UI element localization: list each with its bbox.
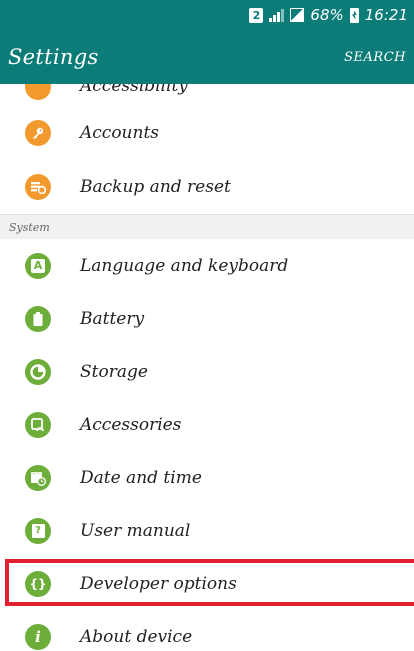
page-title: Settings bbox=[8, 45, 99, 69]
list-item-label: Language and keyboard bbox=[80, 255, 289, 276]
backup-icon bbox=[25, 174, 51, 200]
key-icon bbox=[25, 120, 51, 146]
battery-charging-icon bbox=[349, 7, 359, 23]
signal-icon bbox=[269, 8, 285, 22]
list-item-label: User manual bbox=[80, 520, 191, 541]
list-item-accessories[interactable]: Accessories bbox=[0, 398, 414, 451]
list-item-user-manual[interactable]: ? User manual bbox=[0, 504, 414, 557]
accessories-icon bbox=[25, 411, 51, 438]
list-item-label: About device bbox=[80, 626, 193, 647]
list-item-backup-reset[interactable]: Backup and reset bbox=[0, 160, 414, 214]
info-icon: i bbox=[25, 623, 51, 650]
battery-icon bbox=[25, 305, 51, 332]
accessibility-icon bbox=[25, 84, 51, 100]
list-item-about-device[interactable]: i About device bbox=[0, 610, 414, 651]
network-icon bbox=[290, 8, 305, 22]
list-item-label: Accessories bbox=[80, 414, 182, 435]
list-item-label: Backup and reset bbox=[80, 177, 231, 197]
language-icon: A bbox=[25, 252, 51, 279]
sim-icon: 2 bbox=[249, 7, 264, 23]
section-header-system: System bbox=[0, 214, 414, 239]
list-item-label: Date and time bbox=[80, 467, 202, 488]
list-item-label: Battery bbox=[80, 308, 145, 329]
list-item-label: Developer options bbox=[80, 573, 237, 594]
settings-list[interactable]: Accessibility Accounts Backup and reset … bbox=[0, 84, 414, 651]
list-item-date-time[interactable]: Date and time bbox=[0, 451, 414, 504]
calendar-clock-icon bbox=[25, 464, 51, 491]
list-item-battery[interactable]: Battery bbox=[0, 292, 414, 345]
status-bar: 2 68% 16:21 bbox=[0, 0, 414, 30]
storage-icon bbox=[25, 358, 51, 385]
list-item-accessibility[interactable]: Accessibility bbox=[0, 84, 414, 106]
braces-icon: {} bbox=[25, 570, 51, 597]
list-item-accounts[interactable]: Accounts bbox=[0, 106, 414, 160]
battery-percent: 68% bbox=[310, 6, 344, 24]
list-item-label: Storage bbox=[80, 361, 148, 382]
manual-icon: ? bbox=[25, 517, 51, 544]
list-item-storage[interactable]: Storage bbox=[0, 345, 414, 398]
list-item-language-keyboard[interactable]: A Language and keyboard bbox=[0, 239, 414, 292]
list-item-label: Accounts bbox=[80, 123, 160, 143]
app-bar: Settings SEARCH bbox=[0, 30, 414, 84]
list-item-label: Accessibility bbox=[80, 84, 188, 96]
clock: 16:21 bbox=[364, 6, 408, 24]
list-item-developer-options[interactable]: {} Developer options bbox=[0, 557, 414, 610]
search-button[interactable]: SEARCH bbox=[344, 50, 406, 65]
